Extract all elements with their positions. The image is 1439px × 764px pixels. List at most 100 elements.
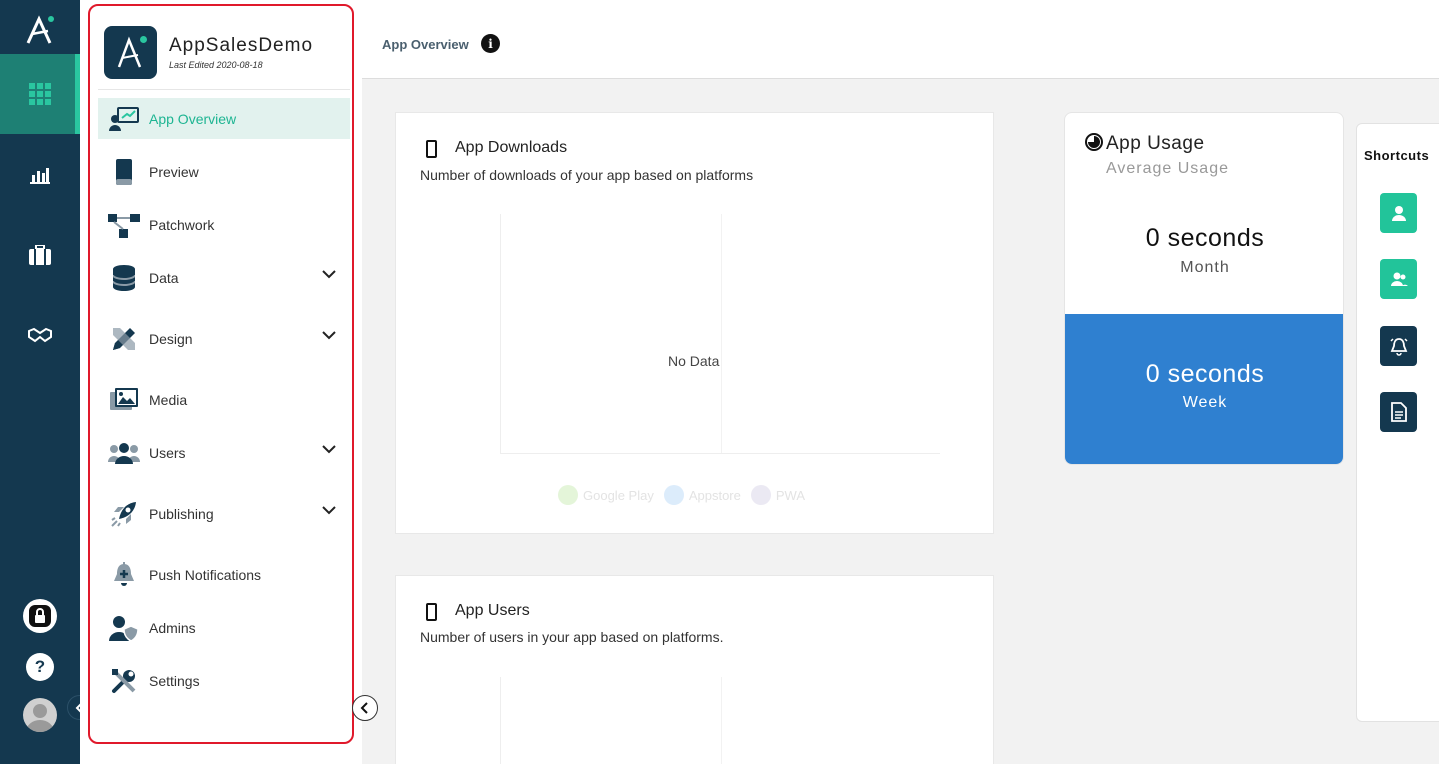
card-description: Number of users in your app based on pla… (420, 629, 724, 645)
gridline (721, 214, 722, 453)
pencil-ruler-icon (108, 325, 140, 353)
sidebar-item-push-notifications[interactable]: Push Notifications (98, 554, 350, 595)
user-avatar[interactable] (23, 698, 57, 732)
mobile-icon (426, 603, 437, 621)
sidebar-item-label: Preview (149, 163, 199, 180)
legend-item-google-play[interactable]: Google Play (558, 485, 654, 505)
rocket-icon (108, 500, 140, 528)
sidebar-item-media[interactable]: Media (98, 379, 350, 420)
month-usage-label: Month (1180, 259, 1230, 276)
sidebar-collapse-button[interactable] (352, 695, 378, 721)
sidebar-item-data[interactable]: Data (98, 257, 350, 298)
sidebar-item-patchwork[interactable]: Patchwork (98, 204, 350, 245)
rail-help-button[interactable]: ? (26, 653, 54, 681)
chevron-down-icon[interactable] (322, 506, 336, 515)
sidebar-item-label: Publishing (149, 505, 214, 522)
bar-chart-icon (30, 168, 50, 184)
legend-swatch (558, 485, 578, 505)
legend-item-appstore[interactable]: Appstore (663, 485, 741, 505)
top-bar: App Overview i (362, 0, 1439, 79)
sidebar-item-label: Media (149, 391, 188, 408)
document-icon (1390, 402, 1407, 422)
tools-icon (108, 667, 140, 695)
sidebar-item-label: Data (149, 269, 179, 286)
app-downloads-card: App Downloads Number of downloads of you… (395, 112, 994, 534)
sidebar-item-design[interactable]: Design (98, 318, 350, 359)
app-usage-card: App Usage Average Usage 0 seconds Month … (1064, 112, 1344, 465)
week-usage-value: 0 seconds (1145, 360, 1265, 388)
database-icon (108, 264, 140, 292)
sidebar-item-publishing[interactable]: Publishing (98, 493, 350, 534)
chevron-down-icon[interactable] (322, 445, 336, 454)
shortcut-document-button[interactable] (1380, 392, 1417, 432)
sidebar-item-label: Push Notifications (149, 566, 262, 583)
app-logo-icon (117, 36, 142, 68)
app-users-card: App Users Number of users in your app ba… (395, 575, 994, 764)
card-description: Number of downloads of your app based on… (420, 167, 754, 183)
chevron-down-icon[interactable] (322, 270, 336, 279)
card-title: App Users (455, 602, 530, 619)
rail-lock-button[interactable] (23, 599, 57, 633)
images-icon (108, 386, 140, 414)
legend-label: Google Play (583, 487, 654, 503)
legend-label: Appstore (688, 487, 741, 503)
user-shield-icon (108, 614, 140, 642)
month-usage-value: 0 seconds (1145, 224, 1265, 252)
shortcut-users-button[interactable] (1380, 259, 1417, 299)
status-dot (140, 36, 147, 43)
card-title: App Downloads (455, 139, 568, 156)
grid-icon (29, 83, 51, 105)
chevron-down-icon[interactable] (322, 331, 336, 340)
handshake-icon (28, 327, 52, 343)
pie-chart-icon (1085, 133, 1103, 151)
sidebar-item-app-overview[interactable]: App Overview (98, 98, 350, 139)
info-icon[interactable]: i (481, 34, 500, 53)
bell-icon (1389, 338, 1408, 356)
users-chart (500, 677, 940, 764)
chart-legend: Google Play Appstore PWA (558, 485, 815, 505)
shortcut-user-button[interactable] (1380, 193, 1417, 233)
mobile-icon (108, 158, 140, 186)
app-header: AppSalesDemo Last Edited 2020-08-18 (104, 26, 313, 79)
presentation-icon (108, 105, 140, 133)
users-icon (108, 439, 140, 467)
chevron-left-icon (360, 702, 368, 714)
sidebar-item-label: Users (149, 444, 186, 461)
gridline (721, 677, 722, 764)
app-sidebar: AppSalesDemo Last Edited 2020-08-18 App … (80, 0, 378, 764)
rail-briefcase-button[interactable] (0, 215, 80, 295)
shortcuts-title: Shortcuts (1364, 148, 1430, 163)
legend-label: PWA (775, 487, 806, 503)
week-usage-label: Week (1182, 394, 1228, 411)
brand-logo-icon[interactable] (22, 12, 58, 48)
sidebar-item-settings[interactable]: Settings (98, 660, 350, 701)
sidebar-item-preview[interactable]: Preview (98, 151, 350, 192)
mobile-icon (426, 140, 437, 158)
page-title: App Overview (382, 37, 469, 52)
week-usage-panel: 0 seconds Week (1065, 314, 1343, 464)
app-logo (104, 26, 157, 79)
sidebar-item-users[interactable]: Users (98, 432, 350, 473)
last-edited: Last Edited 2020-08-18 (169, 60, 263, 70)
left-rail: ? (0, 0, 92, 764)
rail-partners-button[interactable] (0, 295, 80, 375)
downloads-chart (500, 214, 940, 454)
legend-swatch (750, 485, 771, 505)
shortcut-notifications-button[interactable] (1380, 326, 1417, 366)
bell-plus-icon (108, 561, 140, 589)
sidebar-item-label: App Overview (149, 110, 237, 127)
legend-item-pwa[interactable]: PWA (750, 485, 806, 505)
sidebar-item-label: Settings (149, 672, 200, 689)
usage-subtitle: Average Usage (1106, 160, 1229, 177)
briefcase-icon (29, 245, 51, 265)
empty-state-text: No Data (668, 353, 720, 369)
lock-icon (29, 605, 51, 627)
sitemap-icon (108, 211, 140, 239)
rail-apps-button[interactable] (0, 54, 80, 134)
shortcuts-panel: Shortcuts (1356, 123, 1439, 722)
sidebar-item-admins[interactable]: Admins (98, 607, 350, 648)
rail-analytics-button[interactable] (0, 135, 80, 215)
user-icon (1391, 206, 1406, 221)
legend-swatch (663, 485, 684, 505)
usage-title: App Usage (1106, 133, 1205, 154)
